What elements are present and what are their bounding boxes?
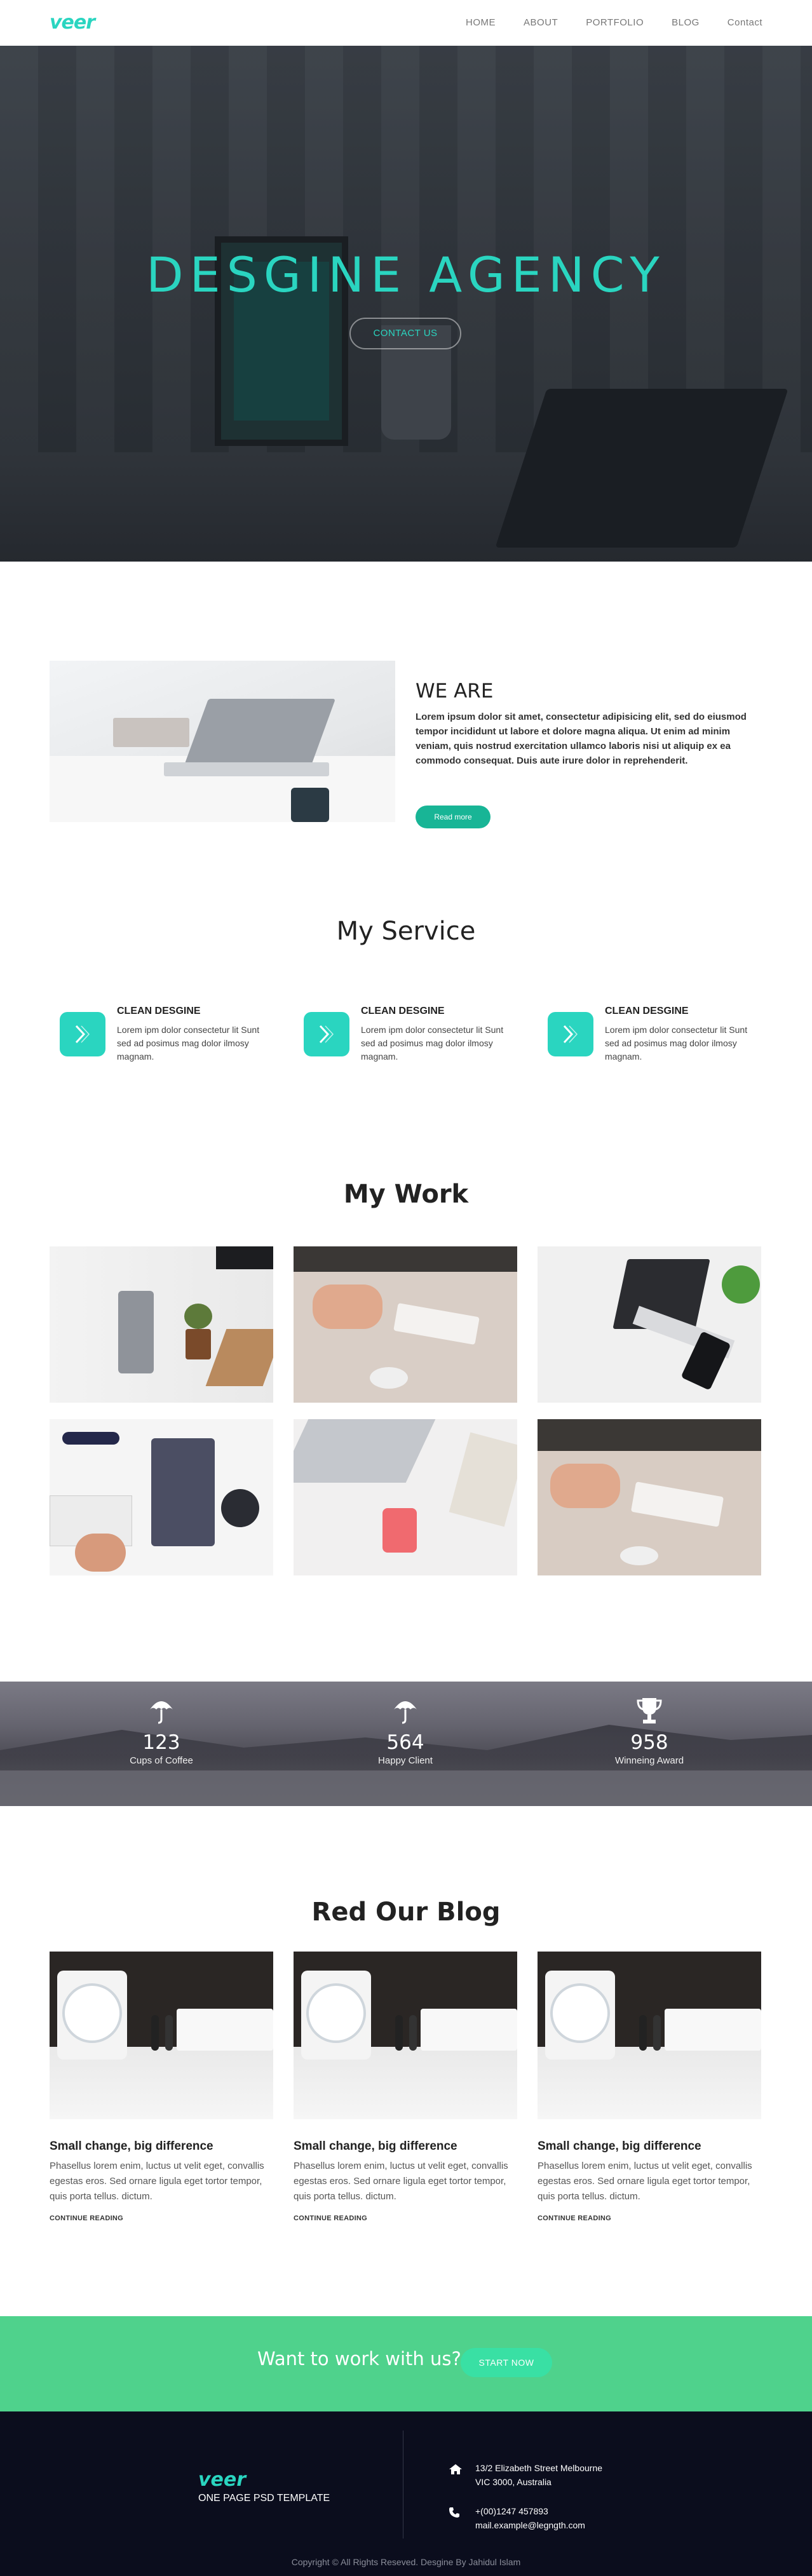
work-thumbnail-notebook[interactable] [50, 1419, 273, 1575]
cta-banner: Want to work with us? START NOW [0, 2316, 812, 2411]
service-title: My Service [336, 917, 476, 946]
footer-subtitle: ONE PAGE PSD TEMPLATE [198, 2493, 330, 2504]
service-desc: Lorem ipm dolor consectetur lit Sunt sed… [605, 1025, 748, 1062]
chevron-logo-icon [548, 1012, 593, 1056]
work-thumbnail-laptop-plant[interactable] [538, 1246, 761, 1403]
blog-post-excerpt: Phasellus lorem enim, luctus ut velit eg… [538, 2161, 752, 2202]
about-text: Lorem ipsum dolor sit amet, consectetur … [416, 711, 747, 766]
address-line-2: VIC 3000, Australia [475, 2477, 551, 2487]
nav-about[interactable]: ABOUT [524, 17, 558, 28]
continue-reading-link[interactable]: CONTINUE READING [50, 2215, 273, 2222]
blog-image[interactable] [294, 1952, 517, 2119]
about-image [50, 661, 395, 822]
service-name: CLEAN DESGINE [361, 1006, 445, 1016]
nav-blog[interactable]: BLOG [672, 17, 700, 28]
trophy-icon [573, 1693, 726, 1725]
service-item: CLEAN DESGINE Lorem ipm dolor consectetu… [538, 1006, 754, 1069]
address-line-1: 13/2 Elizabeth Street Melbourne [475, 2463, 603, 2473]
stat-label: Cups of Coffee [130, 1755, 193, 1766]
blog-post-title[interactable]: Small change, big difference [538, 2140, 761, 2154]
blog-post-excerpt: Phasellus lorem enim, luctus ut velit eg… [294, 2161, 508, 2202]
continue-reading-link[interactable]: CONTINUE READING [538, 2215, 761, 2222]
start-now-button[interactable]: START NOW [461, 2348, 552, 2377]
home-icon [449, 2464, 463, 2479]
footer-contact: +(00)1247 457893 mail.example@legngth.co… [449, 2504, 585, 2532]
blog-title: Red Our Blog [311, 1898, 501, 1927]
hero-section: DESGINE AGENCY CONTACT US [0, 46, 812, 562]
umbrella-icon [329, 1693, 482, 1725]
footer-address: 13/2 Elizabeth Street Melbourne VIC 3000… [449, 2461, 603, 2489]
blog-post-excerpt: Phasellus lorem enim, luctus ut velit eg… [50, 2161, 264, 2202]
email-address[interactable]: mail.example@legngth.com [475, 2518, 585, 2532]
service-name: CLEAN DESGINE [117, 1006, 201, 1016]
nav-contact[interactable]: Contact [727, 17, 762, 28]
work-thumbnail-keyboard-desk[interactable] [538, 1419, 761, 1575]
hero-title: DESGINE AGENCY [146, 246, 666, 303]
blog-card: Small change, big difference Phasellus l… [538, 1952, 761, 2222]
top-navbar: veer HOME ABOUT PORTFOLIO BLOG Contact [0, 0, 812, 46]
service-item: CLEAN DESGINE Lorem ipm dolor consectetu… [294, 1006, 510, 1069]
work-thumbnail-laptop-drink[interactable] [294, 1419, 517, 1575]
blog-post-title[interactable]: Small change, big difference [294, 2140, 517, 2154]
phone-number[interactable]: +(00)1247 457893 [475, 2504, 585, 2518]
stat-value: 958 [630, 1731, 668, 1754]
service-item: CLEAN DESGINE Lorem ipm dolor consectetu… [50, 1006, 266, 1069]
brand-logo[interactable]: veer [50, 11, 95, 34]
work-title: My Work [343, 1180, 469, 1209]
stat-awards: 958 Winneing Award [573, 1693, 726, 1766]
copyright-text: Copyright © All Rights Reseved. Desgine … [291, 2557, 521, 2567]
stat-label: Winneing Award [614, 1755, 684, 1766]
footer: veer ONE PAGE PSD TEMPLATE 13/2 Elizabet… [0, 2411, 812, 2576]
nav-home[interactable]: HOME [466, 17, 496, 28]
continue-reading-link[interactable]: CONTINUE READING [294, 2215, 517, 2222]
stat-coffee: 123 Cups of Coffee [85, 1693, 238, 1766]
stat-value: 123 [142, 1731, 180, 1754]
blog-image[interactable] [50, 1952, 273, 2119]
phone-icon [449, 2507, 460, 2522]
read-more-button[interactable]: Read more [416, 806, 491, 828]
blog-image[interactable] [538, 1952, 761, 2119]
work-thumbnail-speaker[interactable] [50, 1246, 273, 1403]
stat-clients: 564 Happy Client [329, 1693, 482, 1766]
nav-portfolio[interactable]: PORTFOLIO [586, 17, 644, 28]
about-title: WE ARE [416, 680, 494, 703]
stat-value: 564 [386, 1731, 424, 1754]
chevron-logo-icon [304, 1012, 349, 1056]
blog-post-title[interactable]: Small change, big difference [50, 2140, 273, 2154]
nav-links: HOME ABOUT PORTFOLIO BLOG Contact [466, 17, 762, 28]
cta-text: Want to work with us? [257, 2348, 461, 2370]
service-name: CLEAN DESGINE [605, 1006, 689, 1016]
footer-logo[interactable]: veer [198, 2469, 246, 2491]
umbrella-icon [85, 1693, 238, 1725]
blog-card: Small change, big difference Phasellus l… [294, 1952, 517, 2222]
contact-us-button[interactable]: CONTACT US [349, 318, 461, 349]
work-thumbnail-keyboard-hands[interactable] [294, 1246, 517, 1403]
chevron-logo-icon [60, 1012, 105, 1056]
service-desc: Lorem ipm dolor consectetur lit Sunt sed… [361, 1025, 504, 1062]
stat-label: Happy Client [378, 1755, 433, 1766]
blog-card: Small change, big difference Phasellus l… [50, 1952, 273, 2222]
service-desc: Lorem ipm dolor consectetur lit Sunt sed… [117, 1025, 260, 1062]
